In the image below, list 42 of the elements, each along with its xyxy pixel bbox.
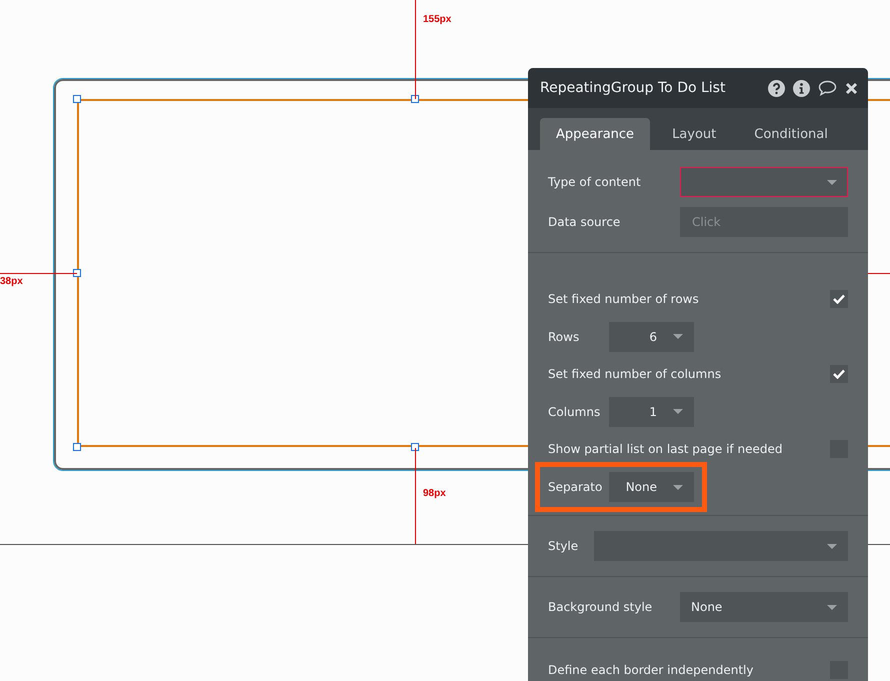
distance-label: 155px [423,14,452,25]
field-label: Background style [548,600,654,614]
input-field[interactable]: Click [680,207,848,237]
field-label: Separato [548,480,604,494]
caret-icon [827,604,837,610]
dropdown[interactable]: None [680,592,848,622]
field-label: Columns [548,404,602,418]
panel-title: RepeatingGroup To Do List [540,80,726,96]
field-label: Set fixed number of columns [548,367,722,381]
close-icon[interactable] [845,82,858,94]
info-icon[interactable] [793,80,810,96]
field-label: Define each border independently [548,663,754,677]
field-label: Show partial list on last page if needed [548,442,784,456]
tab[interactable]: Layout [656,118,732,150]
checkbox[interactable] [830,290,848,308]
help-icon[interactable] [768,80,785,96]
caret-icon [673,409,683,414]
field-label: Style [548,539,578,553]
caret-icon [827,180,837,184]
tab[interactable]: Appearance [540,118,650,150]
caret-icon [673,484,683,490]
field-label: Data source [548,215,622,229]
field-label: Set fixed number of rows [548,292,700,306]
resize-handle[interactable] [411,95,419,103]
field-label: Rows [548,330,580,344]
dropdown[interactable]: 6 [609,322,694,352]
caret-icon [673,334,683,339]
resize-handle[interactable] [73,269,81,277]
tab[interactable]: Conditional [738,118,844,150]
resize-handle[interactable] [73,443,81,451]
measure-line [868,273,890,274]
dropdown[interactable]: None [609,472,694,502]
resize-handle[interactable] [411,443,419,451]
distance-label: 38px [0,276,23,287]
check-icon [833,294,845,304]
resize-handle[interactable] [73,95,81,103]
field-label: Type of content [548,175,642,189]
comment-icon[interactable] [818,80,837,96]
checkbox[interactable] [830,365,848,383]
check-icon [833,369,845,379]
distance-label: 98px [423,488,446,499]
dropdown[interactable]: 1 [609,396,694,426]
